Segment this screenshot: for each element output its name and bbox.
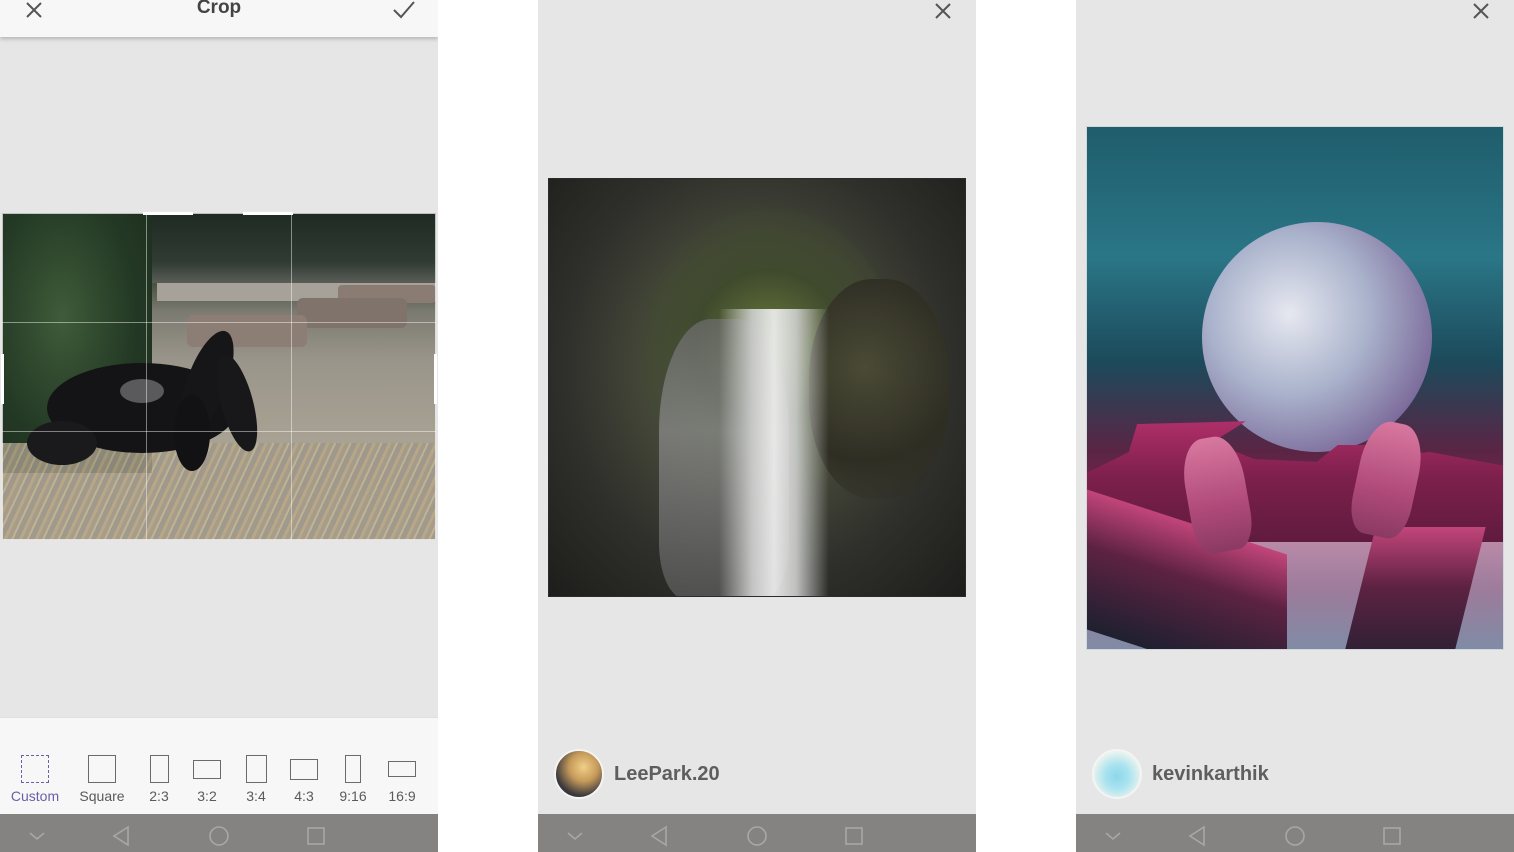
home-icon <box>1285 826 1305 846</box>
aspect-square-icon <box>88 755 116 783</box>
crop-screen: Crop Custom Square 2:3 3:2 3:4 4:3 9:16 … <box>0 0 438 852</box>
home-button[interactable] <box>205 822 233 850</box>
home-icon <box>209 826 229 846</box>
close-icon <box>1473 3 1489 19</box>
crop-grid-line <box>291 213 292 540</box>
close-button[interactable] <box>930 0 956 24</box>
gorilla-shape <box>27 330 258 471</box>
crop-header: Crop <box>0 0 438 37</box>
back-button[interactable] <box>1183 822 1211 850</box>
image-region <box>297 298 407 328</box>
image-region <box>1202 222 1432 452</box>
aspect-label: Custom <box>10 788 60 804</box>
image-region <box>809 279 949 499</box>
home-button[interactable] <box>743 822 771 850</box>
back-icon <box>1188 825 1205 847</box>
aspect-option-2-3[interactable]: 2:3 <box>134 754 184 804</box>
avatar[interactable] <box>554 749 604 799</box>
aspect-option-16-9[interactable]: 16:9 <box>377 754 427 804</box>
back-icon <box>650 825 667 847</box>
aspect-label: 9:16 <box>339 788 367 804</box>
home-icon <box>747 826 767 846</box>
aspect-4-3-icon <box>290 758 318 780</box>
recents-button[interactable] <box>1378 822 1406 850</box>
system-nav-bar <box>538 814 976 852</box>
hide-keyboard-button[interactable] <box>23 822 51 850</box>
back-button[interactable] <box>107 822 135 850</box>
back-button[interactable] <box>645 822 673 850</box>
aspect-ratio-bar: Custom Square 2:3 3:2 3:4 4:3 9:16 16:9 <box>0 717 438 814</box>
post-author[interactable]: kevinkarthik <box>1092 749 1269 799</box>
avatar[interactable] <box>1092 749 1142 799</box>
recents-icon <box>1383 827 1401 845</box>
aspect-3-4-icon <box>245 755 267 783</box>
post-viewer: LeePark.20 <box>538 0 976 852</box>
hide-keyboard-button[interactable] <box>561 822 589 850</box>
home-button[interactable] <box>1281 822 1309 850</box>
aspect-9-16-icon <box>345 755 361 783</box>
crop-grid-line <box>146 213 147 540</box>
system-nav-bar <box>0 814 438 852</box>
post-image[interactable] <box>1086 126 1504 650</box>
aspect-label: 4:3 <box>294 788 314 804</box>
aspect-label: 16:9 <box>388 788 416 804</box>
hide-keyboard-button[interactable] <box>1099 822 1127 850</box>
aspect-label: 3:2 <box>197 788 217 804</box>
custom-crop-icon <box>21 755 49 783</box>
aspect-option-3-4[interactable]: 3:4 <box>231 754 281 804</box>
post-viewer: kevinkarthik <box>1076 0 1514 852</box>
crop-image[interactable] <box>2 213 436 540</box>
recents-icon <box>845 827 863 845</box>
post-image[interactable] <box>548 178 966 597</box>
page-title: Crop <box>196 0 242 18</box>
aspect-3-2-icon <box>193 759 221 779</box>
aspect-16-9-icon <box>388 761 416 777</box>
aspect-2-3-icon <box>149 755 169 783</box>
aspect-option-square[interactable]: Square <box>77 754 127 804</box>
close-icon <box>935 3 951 19</box>
recents-button[interactable] <box>302 822 330 850</box>
recents-button[interactable] <box>840 822 868 850</box>
crop-grid-line <box>2 322 436 323</box>
aspect-label: 3:4 <box>246 788 266 804</box>
aspect-option-4-3[interactable]: 4:3 <box>279 754 329 804</box>
aspect-option-3-2[interactable]: 3:2 <box>182 754 232 804</box>
check-icon <box>393 1 415 19</box>
chevron-down-icon <box>29 832 45 841</box>
aspect-option-9-16[interactable]: 9:16 <box>328 754 378 804</box>
aspect-label: Square <box>79 788 125 804</box>
post-author[interactable]: LeePark.20 <box>554 749 720 799</box>
aspect-label: 2:3 <box>149 788 169 804</box>
chevron-down-icon <box>1105 832 1121 841</box>
image-region <box>719 309 829 596</box>
system-nav-bar <box>1076 814 1514 852</box>
recents-icon <box>307 827 325 845</box>
username[interactable]: LeePark.20 <box>614 763 720 786</box>
confirm-button[interactable] <box>390 0 418 24</box>
aspect-option-custom[interactable]: Custom <box>10 754 60 804</box>
back-icon <box>112 825 129 847</box>
chevron-down-icon <box>567 832 583 841</box>
crop-grid-line <box>2 431 436 432</box>
username[interactable]: kevinkarthik <box>1152 763 1269 786</box>
image-region <box>152 213 436 283</box>
close-button[interactable] <box>1468 0 1494 24</box>
